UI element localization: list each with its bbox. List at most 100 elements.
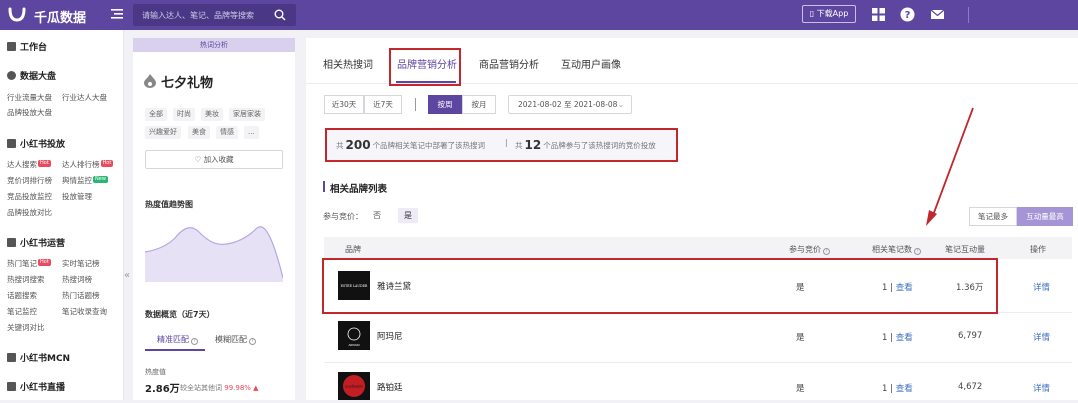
metric-compare-pct: 99.98%	[224, 384, 251, 392]
section-title: 相关品牌列表	[330, 184, 388, 195]
sidebar-item-competitor[interactable]: 竞品投放监控	[7, 191, 52, 202]
sort-most-interactions-button[interactable]: 互动量最高	[1017, 207, 1073, 226]
grid-icon[interactable]	[871, 7, 886, 22]
detail-link[interactable]: 详情	[1033, 281, 1050, 293]
detail-link[interactable]: 详情	[1033, 382, 1050, 394]
add-favorite-label: 加入收藏	[203, 155, 234, 164]
category-chip[interactable]: 家居家装	[229, 108, 265, 121]
sidebar-item-brand-compare[interactable]: 品牌投放对比	[7, 207, 52, 218]
sidebar-workbench[interactable]: 工作台	[7, 40, 47, 53]
range-30d-button[interactable]: 近30天	[324, 95, 364, 114]
mail-icon[interactable]	[930, 7, 945, 22]
sidebar-item-hotword-rank[interactable]: 热搜词榜	[62, 274, 92, 285]
annotation-box-row	[322, 258, 998, 314]
tab-product-marketing[interactable]: 商品营销分析	[479, 56, 539, 71]
view-link[interactable]: 查看	[896, 333, 913, 343]
sidebar-item-note-query[interactable]: 笔记收录查询	[62, 306, 107, 317]
sidebar-data-board[interactable]: 数据大盘	[7, 69, 56, 82]
category-chip[interactable]: 兴趣爱好	[145, 126, 181, 139]
keyword-title: 七夕礼物	[161, 76, 214, 91]
chevron-down-icon: ⌄	[617, 100, 624, 109]
sidebar-mcn[interactable]: 小红书MCN	[7, 351, 70, 364]
tab-fuzzy-match[interactable]: 模糊匹配?	[215, 334, 256, 345]
by-week-button[interactable]: 按周	[428, 95, 462, 114]
category-chip[interactable]: 全部	[145, 108, 167, 121]
sidebar-item-topic-search[interactable]: 话题搜索	[7, 290, 37, 301]
range-7d-button[interactable]: 近7天	[364, 95, 402, 114]
detail-link[interactable]: 详情	[1033, 331, 1050, 343]
brand-name[interactable]: 阿玛尼	[377, 330, 403, 342]
overview-tab-indicator	[145, 349, 205, 351]
sidebar-item-hotword-search[interactable]: 热搜词搜索	[7, 274, 45, 285]
sidebar-xhs-ads-label: 小红书投放	[20, 140, 66, 150]
sidebar-item-topic-rank[interactable]: 热门话题榜	[62, 290, 100, 301]
bid-filter-yes[interactable]: 是	[398, 208, 418, 223]
info-icon: ?	[249, 338, 256, 345]
bid-cell: 是	[796, 333, 805, 343]
sidebar-item-industry-kol[interactable]: 行业达人大盘	[62, 92, 107, 103]
sidebar-item-hot-notes[interactable]: 热门笔记 Hot	[7, 258, 51, 269]
top-bar: 千瓜数据 ▯ 下载App ?	[0, 0, 1078, 30]
brand-logo-louboutin: Louboutin	[338, 372, 370, 400]
sidebar-item-kol-rank[interactable]: 达人排行榜 Hot	[62, 159, 114, 170]
category-chip-more[interactable]: ...	[244, 126, 259, 139]
notes-cell: 1 | 查看	[882, 331, 913, 343]
collapse-sidebar-icon[interactable]: «	[124, 270, 130, 281]
interactions-cell: 6,797	[958, 331, 983, 341]
sidebar-item-keyword-compare[interactable]: 关键词对比	[7, 322, 45, 333]
category-chip[interactable]: 情感	[216, 126, 238, 139]
help-icon[interactable]: ?	[900, 7, 915, 22]
view-link[interactable]: 查看	[896, 384, 913, 394]
sidebar-live[interactable]: 小红书直播	[7, 380, 65, 393]
annotation-box-summary	[325, 128, 678, 162]
pipe: |	[890, 333, 893, 343]
bid-filter-label: 参与竞价：	[323, 212, 363, 221]
info-icon: ?	[914, 248, 921, 255]
info-icon: ?	[823, 248, 830, 255]
sidebar-xhs-ads[interactable]: 小红书投放	[7, 137, 65, 150]
search-input[interactable]	[133, 4, 265, 26]
metric-value: 2.86万	[145, 384, 180, 395]
tab-related-hotwords[interactable]: 相关热搜词	[323, 56, 373, 71]
kol-search-label: 达人搜索	[7, 160, 37, 169]
phone-icon: ▯	[809, 9, 815, 18]
by-month-button[interactable]: 按月	[462, 95, 496, 114]
sidebar-item-kol-search[interactable]: 达人搜索 Hot	[7, 159, 51, 170]
sidebar-item-ads-manage[interactable]: 投放管理	[62, 191, 92, 202]
sidebar-item-bid-rank[interactable]: 竞价词排行榜	[7, 175, 52, 186]
brand-name[interactable]: 路铂廷	[377, 381, 403, 393]
col-notes-label: 相关笔记数	[872, 245, 912, 254]
panel-tag: 热词分析	[133, 38, 295, 52]
download-app-button[interactable]: ▯ 下载App	[802, 5, 856, 23]
sidebar-item-note-monitor[interactable]: 笔记监控	[7, 306, 37, 317]
sidebar: 工作台 数据大盘 行业流量大盘 行业达人大盘 品牌投放大盘 小红书投放 达人搜索…	[0, 30, 124, 400]
add-favorite-button[interactable]: ♡ 加入收藏	[145, 150, 283, 169]
category-chip[interactable]: 时尚	[173, 108, 195, 121]
section-accent	[323, 181, 325, 192]
tab-user-profile[interactable]: 互动用户画像	[561, 56, 621, 71]
menu-icon[interactable]	[111, 8, 123, 20]
svg-text:?: ?	[905, 10, 911, 21]
notes-cell: 1 | 查看	[882, 382, 913, 394]
row-divider	[324, 362, 1072, 363]
fuzzy-match-label: 模糊匹配	[215, 335, 247, 344]
date-range-picker[interactable]: 2021-08-02 至 2021-08-08 ⌄	[508, 95, 632, 114]
mcn-icon	[7, 353, 16, 362]
live-icon	[7, 382, 16, 391]
sidebar-item-realtime-notes[interactable]: 实时笔记榜	[62, 258, 100, 269]
sidebar-xhs-ops[interactable]: 小红书运营	[7, 236, 65, 249]
category-chip[interactable]: 美妆	[201, 108, 223, 121]
sidebar-item-brand-ads[interactable]: 品牌投放大盘	[7, 107, 52, 118]
hot-badge: Hot	[38, 259, 51, 266]
category-chip[interactable]: 美食	[188, 126, 210, 139]
date-range-value: 2021-08-02 至 2021-08-08	[518, 100, 618, 109]
heart-icon: ♡	[194, 155, 202, 164]
sidebar-item-industry-traffic[interactable]: 行业流量大盘	[7, 92, 52, 103]
sidebar-item-sentiment[interactable]: 舆情监控 New	[62, 175, 108, 186]
bid-filter-no[interactable]: 否	[367, 208, 387, 223]
search-icon[interactable]	[274, 9, 286, 21]
metric-compare-label: 较全站其他词	[180, 384, 222, 392]
col-brand: 品牌	[345, 245, 361, 254]
ads-icon	[7, 139, 16, 148]
tab-exact-match[interactable]: 精准匹配?	[157, 334, 198, 345]
